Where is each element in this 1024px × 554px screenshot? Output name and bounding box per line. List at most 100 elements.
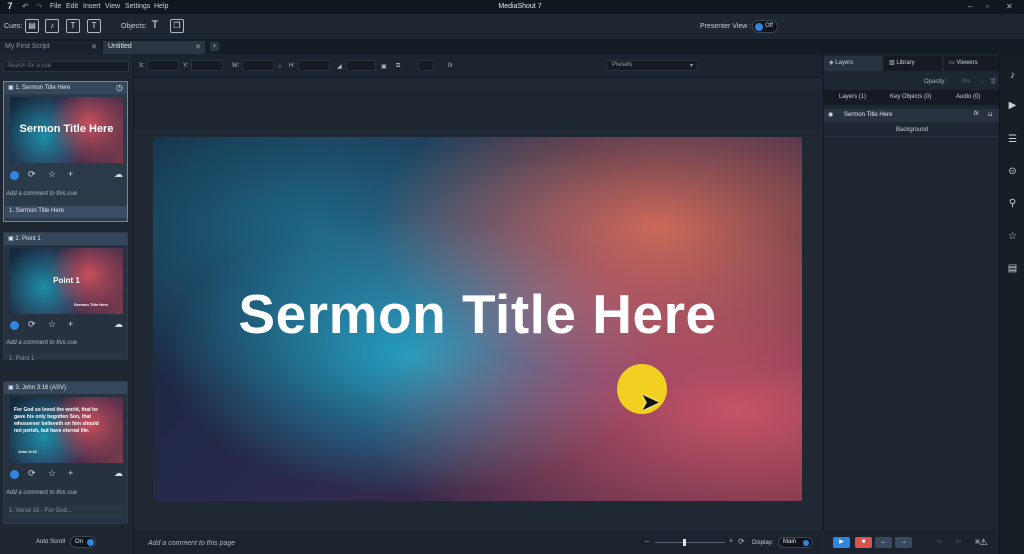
tab-layers[interactable]: ◈ Layers bbox=[824, 56, 882, 71]
cue-comment[interactable]: Add a comment to this cue bbox=[6, 490, 77, 496]
screen-off-icon[interactable]: ▭ bbox=[931, 537, 948, 548]
new-cue-document-icon[interactable]: ▤ bbox=[25, 19, 39, 33]
star-icon[interactable]: ☆ bbox=[48, 468, 56, 479]
slide-preview[interactable]: Sermon Title Here bbox=[153, 137, 802, 501]
close-window-icon[interactable]: ✕ bbox=[1006, 2, 1013, 11]
layer-row[interactable]: ◉ Sermon Title Here fx ⊔ bbox=[824, 109, 1000, 122]
zoom-slider[interactable] bbox=[655, 539, 725, 546]
screen-icon[interactable]: ▭ bbox=[950, 537, 967, 548]
cue-search-input[interactable]: Search for a cue bbox=[3, 61, 129, 72]
cue-item[interactable]: ▣ 2. Point 1 Point 1 Sermon Title Here ⟳… bbox=[3, 232, 128, 360]
menu-settings[interactable]: Settings bbox=[125, 3, 150, 10]
cloud-icon[interactable]: ☁ bbox=[114, 319, 123, 330]
zoom-in-icon[interactable]: + bbox=[729, 538, 733, 545]
list-icon[interactable]: ☰ bbox=[1005, 134, 1020, 149]
link-icon[interactable]: ⊝ bbox=[1005, 166, 1020, 181]
rotation-icon[interactable]: ◢ bbox=[337, 63, 342, 70]
new-cue-title-icon[interactable]: T bbox=[87, 19, 101, 33]
refresh-icon[interactable]: ⟳ bbox=[738, 537, 745, 546]
zoom-out-icon[interactable]: – bbox=[645, 538, 649, 545]
y-input[interactable] bbox=[191, 60, 223, 71]
add-icon[interactable]: + bbox=[68, 169, 73, 179]
video-play-icon[interactable]: ▶ bbox=[1005, 100, 1020, 115]
eye-icon[interactable]: ◉ bbox=[828, 111, 833, 118]
opacity-value[interactable]: 0% bbox=[962, 79, 971, 85]
new-cue-text-icon[interactable]: T bbox=[66, 19, 80, 33]
cue-comment[interactable]: Add a comment to this cue bbox=[6, 340, 77, 346]
subtab-key-objects[interactable]: Key Objects (0) bbox=[890, 94, 931, 100]
arrange-icon[interactable]: ▣ bbox=[381, 63, 387, 70]
loop-icon[interactable]: ⟳ bbox=[28, 319, 36, 330]
timer-icon[interactable]: ◷ bbox=[116, 83, 123, 92]
presets-dropdown[interactable]: Presets ▾ bbox=[606, 60, 698, 71]
rotation-input[interactable] bbox=[346, 60, 376, 71]
star-icon[interactable]: ☆ bbox=[48, 319, 56, 330]
layer-fx-icon[interactable]: fx bbox=[974, 111, 979, 117]
new-cue-song-icon[interactable]: ♪ bbox=[45, 19, 59, 33]
menu-view[interactable]: View bbox=[105, 3, 120, 10]
slide-title-text[interactable]: Sermon Title Here bbox=[153, 282, 802, 346]
warning-icon[interactable]: ⚠ bbox=[975, 537, 992, 548]
fx-icon[interactable]: fx bbox=[448, 63, 453, 69]
auto-scroll-toggle[interactable]: On bbox=[70, 536, 96, 548]
stop-button[interactable]: ■ bbox=[855, 537, 872, 548]
book-icon[interactable]: ▤ bbox=[1005, 263, 1020, 278]
cue-thumbnail[interactable]: Point 1 Sermon Title Here bbox=[10, 248, 123, 314]
undo-icon[interactable]: ↶ bbox=[22, 2, 29, 11]
opacity-control[interactable]: Opacity: 0% ⌂ 🗑 bbox=[924, 78, 997, 85]
lock-icon[interactable]: ⌂ bbox=[980, 79, 984, 85]
cue-thumbnail[interactable]: Sermon Title Here bbox=[10, 97, 123, 163]
subtab-audio[interactable]: Audio (0) bbox=[956, 94, 980, 100]
add-icon[interactable]: + bbox=[68, 468, 73, 478]
tab-viewers[interactable]: ▭ Viewers bbox=[944, 56, 1000, 71]
loop-icon[interactable]: ⟳ bbox=[28, 169, 36, 180]
cue-subitem[interactable]: 1. Verse 16 - For God... bbox=[5, 506, 127, 518]
previous-button[interactable]: ← bbox=[875, 537, 892, 548]
tab-untitled[interactable]: Untitled ✕ bbox=[103, 41, 205, 54]
display-selector[interactable]: Main bbox=[778, 537, 813, 548]
music-note-icon[interactable]: ♪ bbox=[1005, 70, 1020, 85]
star-icon[interactable]: ☆ bbox=[1005, 231, 1020, 246]
duplicate-object-icon[interactable]: ❐ bbox=[170, 19, 184, 33]
unlock-icon[interactable]: ⊔ bbox=[988, 111, 993, 118]
height-input[interactable] bbox=[298, 60, 330, 71]
add-icon[interactable]: + bbox=[68, 319, 73, 329]
cue-item[interactable]: ▣ 1. Sermon Title Here ◷ Sermon Title He… bbox=[3, 81, 128, 222]
cue-subitem[interactable]: 1. Sermon Title Here bbox=[5, 206, 127, 218]
cue-header[interactable]: ▣ 3. John 3:16 (ASV) bbox=[4, 382, 127, 394]
group-icon[interactable]: ⧉ bbox=[396, 63, 400, 70]
text-object-icon[interactable]: T bbox=[148, 19, 162, 33]
wrench-icon[interactable]: ⚲ bbox=[1005, 198, 1020, 213]
menu-insert[interactable]: Insert bbox=[83, 3, 101, 10]
cloud-icon[interactable]: ☁ bbox=[114, 169, 123, 180]
cue-comment[interactable]: Add a comment to this cue bbox=[6, 191, 77, 197]
cue-header[interactable]: ▣ 2. Point 1 bbox=[4, 233, 127, 245]
add-tab-button[interactable]: + bbox=[210, 42, 219, 51]
align-dropdown[interactable] bbox=[418, 60, 434, 71]
maximize-icon[interactable]: ▫ bbox=[986, 2, 989, 11]
close-tab-icon[interactable]: ✕ bbox=[91, 43, 97, 51]
menu-file[interactable]: File bbox=[50, 3, 61, 10]
star-icon[interactable]: ☆ bbox=[48, 169, 56, 180]
next-button[interactable]: → bbox=[895, 537, 912, 548]
cue-item[interactable]: ▣ 3. John 3:16 (ASV) For God so loved th… bbox=[3, 381, 128, 524]
x-input[interactable] bbox=[147, 60, 179, 71]
tab-my-first-script[interactable]: My First Script ✕ bbox=[0, 41, 101, 54]
redo-icon[interactable]: ↷ bbox=[36, 2, 43, 11]
subtab-layers[interactable]: Layers (1) bbox=[839, 94, 866, 100]
minimize-icon[interactable]: – bbox=[968, 2, 972, 11]
page-comment-input[interactable]: Add a comment to this page bbox=[148, 540, 235, 547]
cue-subitem[interactable]: 1. Point 1 bbox=[5, 354, 127, 360]
tab-library[interactable]: ▥ Library bbox=[884, 56, 942, 71]
menu-edit[interactable]: Edit bbox=[66, 3, 78, 10]
width-input[interactable] bbox=[242, 60, 274, 71]
cue-header[interactable]: ▣ 1. Sermon Title Here ◷ bbox=[4, 82, 127, 94]
play-button[interactable]: ▶ bbox=[833, 537, 850, 548]
link-icon[interactable]: ⌀ bbox=[278, 63, 282, 70]
menu-help[interactable]: Help bbox=[154, 3, 168, 10]
loop-icon[interactable]: ⟳ bbox=[28, 468, 36, 479]
trash-icon[interactable]: 🗑 bbox=[989, 79, 997, 85]
close-tab-icon[interactable]: ✕ bbox=[195, 43, 201, 51]
cue-thumbnail[interactable]: For God so loved the world, that he gave… bbox=[10, 397, 123, 463]
presenter-view-toggle[interactable]: Off bbox=[752, 20, 778, 33]
